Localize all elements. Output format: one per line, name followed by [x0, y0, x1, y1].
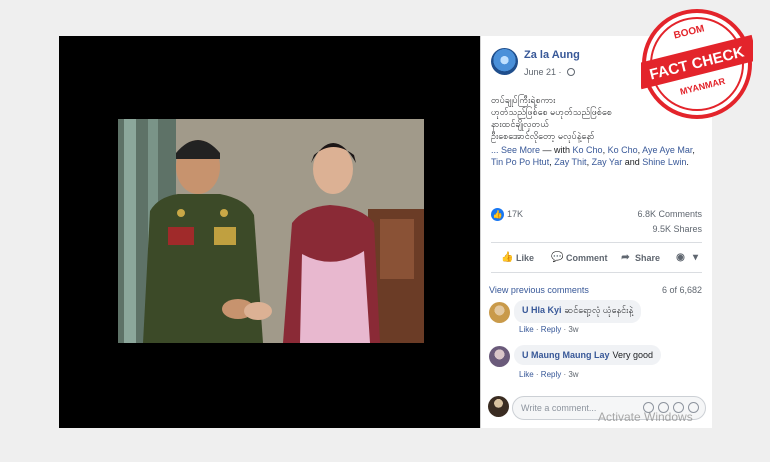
tagged-person[interactable]: Zay Yar: [592, 157, 623, 167]
current-user-avatar[interactable]: [488, 396, 509, 417]
comment-reply-link[interactable]: Reply: [541, 325, 561, 334]
view-previous-comments[interactable]: View previous comments: [489, 285, 589, 295]
commenter-avatar[interactable]: [489, 346, 510, 367]
tagged-person[interactable]: Tin Po Po Htut: [491, 157, 549, 167]
divider: [491, 272, 702, 273]
commenter-avatar[interactable]: [489, 302, 510, 323]
tagged-people: ... See More — with Ko Cho, Ko Cho, Aye …: [491, 144, 705, 168]
comment-time[interactable]: 3w: [568, 370, 578, 379]
comment-meta: Like · Reply · 3w: [519, 325, 579, 334]
author-avatar[interactable]: [491, 48, 518, 75]
period: .: [686, 157, 689, 167]
post-date[interactable]: June 21 ·: [524, 67, 575, 77]
comments-count[interactable]: 6.8K Comments: [637, 209, 702, 219]
comment-label: Comment: [566, 252, 608, 263]
comment-like-link[interactable]: Like: [519, 325, 534, 334]
commenter-name[interactable]: U Maung Maung Lay: [522, 350, 610, 360]
chevron-down-icon: ▾: [692, 252, 699, 263]
profile-icon: ◉: [676, 252, 685, 263]
post-photo[interactable]: [118, 119, 424, 343]
tagged-person[interactable]: Zay Thit: [554, 157, 586, 167]
post-text-line: ဦးစေအောင်လိုတော့ မလုပ်နဲ့နော်: [491, 131, 595, 141]
fact-check-stamp: BOOM FACT CHECK MYANMAR: [641, 9, 753, 119]
like-button[interactable]: 👍 Like: [501, 252, 534, 263]
separator: ,: [692, 145, 695, 155]
like-icon: 👍: [501, 252, 514, 263]
comment-reply-link[interactable]: Reply: [541, 370, 561, 379]
like-reaction-icon[interactable]: 👍: [491, 208, 504, 221]
comment-icon: 💬: [551, 252, 564, 263]
activate-windows-watermark: Activate Windows: [598, 410, 693, 424]
share-label: Share: [635, 252, 661, 263]
globe-icon: [566, 68, 575, 76]
tagged-person[interactable]: Ko Cho: [573, 145, 603, 155]
like-label: Like: [516, 252, 535, 263]
share-button[interactable]: ➦ Share: [620, 252, 660, 263]
and-label: and: [622, 157, 643, 167]
comment-meta: Like · Reply · 3w: [519, 370, 579, 379]
comment-text: Very good: [612, 350, 654, 360]
comment-bubble: U Hla Kyi ဆင်ရော့လုံ ယုံနေင်းနဲ့: [514, 300, 642, 323]
tagged-person[interactable]: Shine Lwin: [642, 157, 686, 167]
share-icon: ➦: [621, 252, 630, 263]
likes-count[interactable]: 17K: [507, 209, 523, 219]
tagged-person[interactable]: Aye Aye Mar: [642, 145, 692, 155]
see-more-link[interactable]: ... See More: [491, 145, 540, 155]
audience-selector[interactable]: ◉ ▾: [675, 252, 701, 263]
with-label: — with: [540, 145, 573, 155]
comment-button[interactable]: 💬 Comment: [551, 252, 608, 263]
comment-bubble: U Maung Maung Lay Very good: [514, 345, 662, 365]
comment-like-link[interactable]: Like: [519, 370, 534, 379]
tagged-person[interactable]: Ko Cho: [608, 145, 638, 155]
commenter-name[interactable]: U Hla Kyi: [522, 305, 562, 315]
shares-count[interactable]: 9.5K Shares: [652, 224, 702, 234]
divider: [491, 242, 702, 243]
post-date-text: June 21 ·: [524, 67, 562, 77]
comment-time[interactable]: 3w: [568, 325, 578, 334]
comment-count: 6 of 6,682: [661, 285, 702, 295]
photo-illustration: [118, 119, 424, 343]
comment-text: ဆင်ရော့လုံ ယုံနေင်းနဲ့: [564, 305, 634, 315]
comment-placeholder: Write a comment...: [521, 403, 597, 413]
author-name[interactable]: Za la Aung: [524, 49, 580, 61]
